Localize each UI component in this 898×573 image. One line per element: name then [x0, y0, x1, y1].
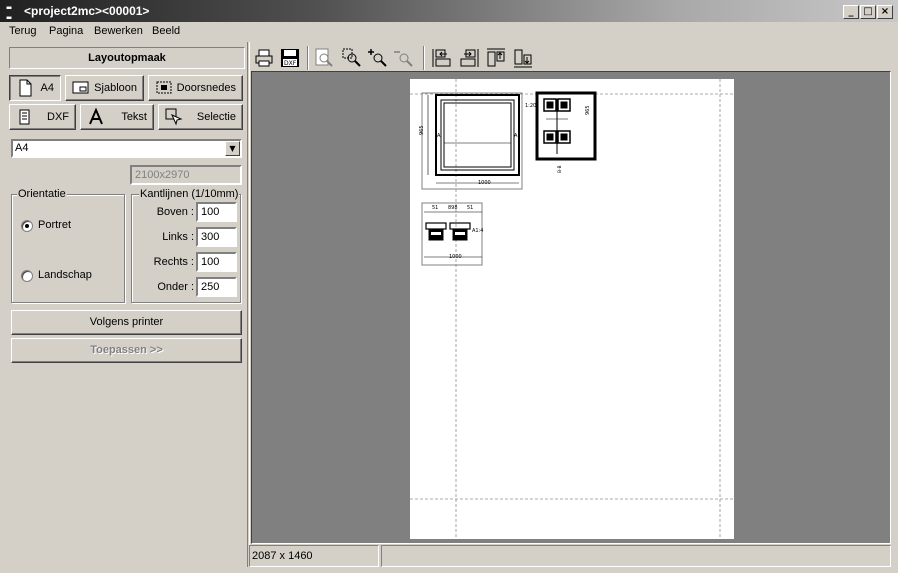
status-message-panel [381, 545, 891, 567]
detail-scale-label: 1:20 [525, 103, 536, 109]
paper-size-value: A4 [15, 142, 29, 154]
align-top-icon [487, 48, 505, 67]
template-icon [72, 81, 89, 94]
status-size-panel: 2087 x 1460 [249, 545, 379, 567]
section-dim-a: 51 [432, 205, 438, 211]
svg-text:DXF: DXF [284, 60, 297, 67]
template-mode-button[interactable]: Sjabloon [65, 75, 144, 101]
print-icon [255, 49, 273, 67]
dxf-mode-button[interactable]: DXF [9, 104, 76, 130]
section-icon [156, 81, 172, 94]
paper-dimensions-field: 2100x2970 [130, 165, 242, 185]
detail-section-label: B-B [557, 165, 563, 173]
dxf-mode-label: DXF [47, 111, 69, 123]
window-title: <project2mc><00001> [24, 4, 150, 18]
orientation-label: Orientatie [17, 188, 67, 200]
align-bottom-icon [514, 49, 532, 68]
right-margin-input[interactable]: 100 [196, 252, 237, 272]
align-right-button[interactable] [458, 47, 480, 69]
text-icon [89, 108, 103, 125]
toolbar-separator [423, 46, 425, 70]
top-margin-input[interactable]: 100 [196, 202, 237, 222]
detail-view [535, 91, 597, 161]
bottom-margin-input[interactable]: 250 [196, 277, 237, 297]
page-icon [19, 79, 32, 97]
top-margin-label: Boven : [156, 206, 194, 218]
section-dim-c: 51 [467, 205, 473, 211]
radio-dot [25, 224, 29, 228]
section-dim-b: 898 [448, 205, 458, 211]
landscape-label[interactable]: Landschap [38, 269, 92, 281]
left-margin-label: Links : [162, 231, 194, 243]
section-mode-label: Doorsnedes [176, 82, 236, 94]
app-menu-icon[interactable]: ▪▪ ▪▪ [6, 4, 20, 24]
dxf-icon [19, 109, 30, 125]
zoom-out-button[interactable] [393, 47, 415, 69]
section-mode-button[interactable]: Doorsnedes [148, 75, 243, 101]
section-scale-label: A1:4 [472, 228, 483, 234]
align-left-icon [432, 49, 451, 67]
menu-pagina[interactable]: Pagina [49, 25, 83, 37]
title-bar: ▪▪ ▪▪ <project2mc><00001> _ □ × [0, 0, 898, 24]
right-margin-label: Rechts : [153, 256, 194, 268]
print-button[interactable] [253, 47, 275, 69]
status-size-text: 2087 x 1460 [252, 550, 313, 562]
frame-height-label: 965 [419, 125, 425, 135]
text-mode-button[interactable]: Tekst [80, 104, 154, 130]
zoom-window-icon [342, 48, 361, 67]
section-width-label: 1000 [449, 254, 462, 260]
portrait-label[interactable]: Portret [38, 219, 71, 231]
align-top-button[interactable] [485, 47, 507, 69]
layout-drawing: 965 1000 A A 1:20 965 B-B 51 898 51 A1:4… [410, 79, 734, 539]
zoom-in-icon [368, 49, 387, 67]
template-mode-label: Sjabloon [94, 82, 137, 94]
page-preview[interactable]: 965 1000 A A 1:20 965 B-B 51 898 51 A1:4… [410, 79, 734, 539]
left-margin-input[interactable]: 300 [196, 227, 237, 247]
zoom-page-icon [315, 48, 333, 67]
align-left-button[interactable] [431, 47, 453, 69]
landscape-radio[interactable] [21, 270, 33, 282]
a4-mode-button[interactable]: A4 [9, 75, 61, 101]
a4-mode-label: A4 [40, 82, 54, 94]
printer-settings-button[interactable]: Volgens printer [11, 310, 242, 335]
layout-canvas[interactable]: 965 1000 A A 1:20 965 B-B 51 898 51 A1:4… [251, 71, 891, 544]
toolbar-separator [307, 46, 309, 70]
selection-mode-label: Selectie [196, 111, 236, 123]
save-dxf-icon: DXF [281, 49, 299, 67]
align-right-icon [460, 49, 479, 67]
margins-label: Kantlijnen (1/10mm) [139, 188, 240, 200]
maximize-button[interactable]: □ [860, 5, 876, 19]
apply-button[interactable]: Toepassen >> [11, 338, 242, 363]
menu-terug[interactable]: Terug [9, 25, 37, 37]
orientation-group [11, 194, 125, 303]
zoom-page-button[interactable] [313, 47, 335, 69]
frame-mark-right: A [514, 133, 518, 139]
save-dxf-button[interactable]: DXF [279, 47, 301, 69]
frame-mark-left: A [437, 133, 441, 139]
zoom-out-icon [394, 51, 413, 67]
align-bottom-button[interactable] [512, 47, 534, 69]
panel-divider [247, 42, 250, 567]
minimize-button[interactable]: _ [843, 5, 859, 19]
text-mode-label: Tekst [121, 111, 147, 123]
paper-size-select[interactable]: A4 ▼ [11, 139, 242, 158]
frame-view [421, 92, 523, 190]
close-button[interactable]: × [877, 5, 893, 19]
portrait-radio[interactable] [21, 220, 33, 232]
chevron-down-icon[interactable]: ▼ [225, 141, 240, 156]
panel-title: Layoutopmaak [9, 47, 245, 69]
bottom-margin-label: Onder : [157, 281, 194, 293]
menu-bewerken[interactable]: Bewerken [94, 25, 143, 37]
menu-bar: Terug Pagina Bewerken Beeld [0, 22, 898, 40]
detail-height-label: 965 [585, 105, 591, 115]
selection-mode-button[interactable]: Selectie [158, 104, 243, 130]
menu-beeld[interactable]: Beeld [152, 25, 180, 37]
zoom-window-button[interactable] [341, 47, 363, 69]
frame-width-label: 1000 [478, 180, 491, 186]
zoom-in-button[interactable] [367, 47, 389, 69]
select-cursor-icon [165, 108, 183, 126]
